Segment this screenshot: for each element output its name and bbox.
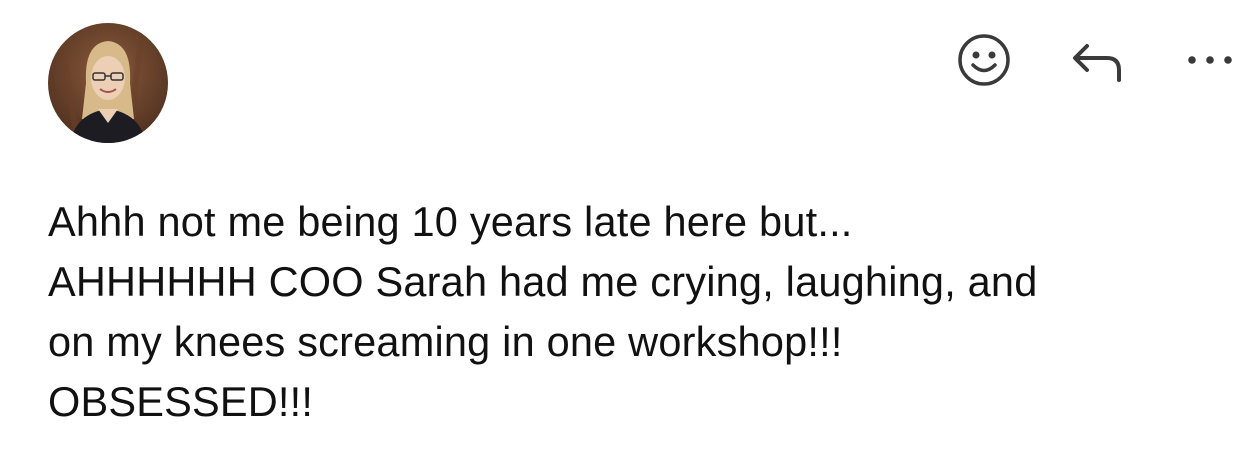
message-line: OBSESSED!!! — [48, 378, 314, 425]
more-options-button[interactable] — [1180, 30, 1240, 90]
message-body: Ahhh not me being 10 years late here but… — [48, 192, 1238, 432]
more-options-icon — [1188, 56, 1232, 64]
message-actions — [954, 30, 1240, 90]
emoji-reaction-button[interactable] — [954, 30, 1014, 90]
reply-button[interactable] — [1067, 30, 1127, 90]
avatar-photo-icon — [48, 23, 168, 143]
message-line: Ahhh not me being 10 years late here but… — [48, 198, 853, 245]
reply-arrow-icon — [1073, 44, 1121, 82]
email-message: Ahhh not me being 10 years late here but… — [0, 0, 1260, 470]
sender-avatar[interactable] — [48, 23, 168, 143]
message-line: on my knees screaming in one workshop!!! — [48, 318, 843, 365]
smiley-face-icon — [958, 34, 1010, 86]
message-line: AHHHHHH COO Sarah had me crying, laughin… — [48, 258, 1038, 305]
